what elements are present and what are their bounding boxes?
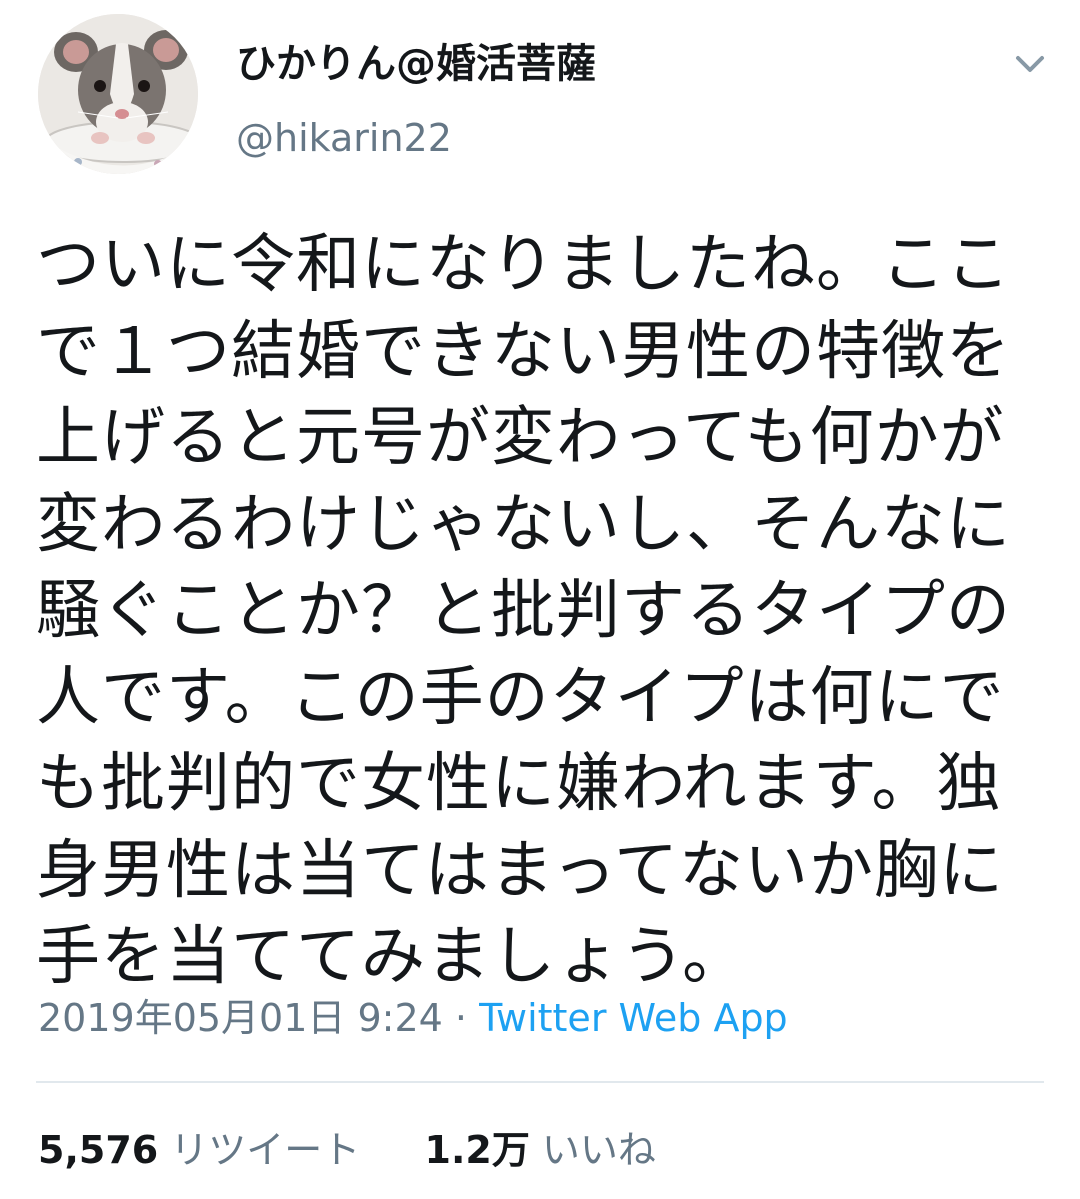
timestamp[interactable]: 2019年05月01日 9:24 bbox=[38, 996, 443, 1040]
tweet-text-line: 身男性は当てはまってないか胸に bbox=[36, 833, 1004, 908]
retweets-label: リツイート bbox=[170, 1128, 361, 1172]
tweet-text-line: 手を当ててみましょう。 bbox=[36, 920, 748, 994]
user-handle[interactable]: @hikarin22 bbox=[236, 112, 452, 164]
divider bbox=[36, 1081, 1044, 1083]
likes-stat[interactable]: 1.2万 いいね bbox=[412, 1128, 656, 1172]
tweet-text-line: も批判的で女性に嫌われます。独 bbox=[36, 747, 1002, 821]
display-name[interactable]: ひかりん@婚活菩薩 bbox=[236, 36, 596, 92]
tweet-stats: 5,576 リツイート 1.2万 いいね bbox=[38, 1122, 656, 1178]
likes-count: 1.2万 bbox=[424, 1128, 530, 1172]
chevron-down-icon[interactable] bbox=[1006, 48, 1054, 80]
avatar[interactable] bbox=[38, 14, 198, 174]
tweet-text: ついに令和になりましたね。ここ で１つ結婚できない男性の特徴を 上げると元号が変… bbox=[36, 222, 1036, 1001]
rat-avatar-icon bbox=[38, 14, 198, 174]
source-app-link[interactable]: Twitter Web App bbox=[479, 996, 788, 1040]
meta-separator: · bbox=[442, 996, 480, 1040]
tweet-meta: 2019年05月01日 9:24 · Twitter Web App bbox=[38, 990, 788, 1046]
tweet-text-line: ついに令和になりましたね。ここ bbox=[36, 228, 1011, 302]
tweet-text-line: 上げると元号が変わっても何かが bbox=[36, 401, 1005, 475]
tweet-text-line: 人です。この手のタイプは何にで bbox=[36, 660, 1005, 735]
tweet-card: ひかりん@婚活菩薩 @hikarin22 ついに令和になりましたね。ここ で１つ… bbox=[0, 0, 1080, 1199]
likes-label: いいね bbox=[541, 1128, 656, 1172]
tweet-text-line: 変わるわけじゃないし、そんなに bbox=[36, 487, 1011, 562]
tweet-text-line: 騒ぐことか？と批判するタイプの bbox=[36, 574, 1011, 648]
retweets-count: 5,576 bbox=[38, 1128, 159, 1172]
retweets-stat[interactable]: 5,576 リツイート bbox=[38, 1128, 372, 1172]
tweet-text-line: で１つ結婚できない男性の特徴を bbox=[36, 314, 1011, 389]
